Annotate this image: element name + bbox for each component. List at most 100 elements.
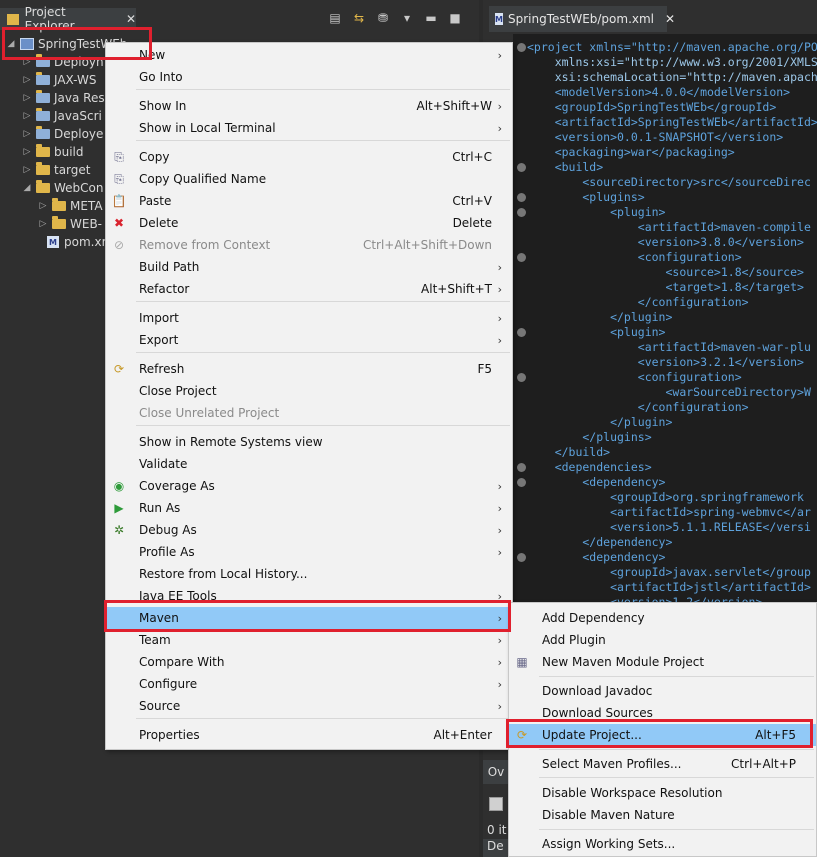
- menu-item-run-as[interactable]: ▶ Run As ›: [106, 497, 512, 519]
- close-icon[interactable]: ✕: [126, 12, 136, 26]
- fold-toggle-icon[interactable]: [517, 328, 526, 337]
- tree-item[interactable]: Mpom.xml: [32, 233, 117, 251]
- menu-separator: [136, 352, 510, 353]
- menu-item-select-maven-profiles[interactable]: Select Maven Profiles... Ctrl+Alt+P: [509, 753, 816, 775]
- code-line: <artifactId>jstl</artifactId>: [527, 580, 811, 594]
- menu-item-label: Copy: [139, 150, 170, 164]
- fold-toggle-icon[interactable]: [517, 193, 526, 202]
- tree-item[interactable]: ▷ Java Res: [22, 89, 105, 107]
- tree-item[interactable]: ▷ Deployn: [22, 53, 104, 71]
- menu-item-disable-maven-nature[interactable]: Disable Maven Nature: [509, 804, 816, 826]
- menu-item-configure[interactable]: Configure ›: [106, 673, 512, 695]
- collapse-all-icon[interactable]: ▤: [326, 9, 344, 27]
- code-line: <version>3.8.0</version>: [527, 235, 804, 249]
- menu-item-coverage-as[interactable]: ◉ Coverage As ›: [106, 475, 512, 497]
- bottom-tab-outline[interactable]: Ov: [483, 760, 509, 784]
- menu-item-show-in[interactable]: Show In Alt+Shift+W ›: [106, 95, 512, 117]
- menu-item-update-project[interactable]: ⟳ Update Project... Alt+F5: [509, 724, 816, 746]
- menu-item-add-dependency[interactable]: Add Dependency: [509, 607, 816, 629]
- project-explorer-tab[interactable]: Project Explorer ✕: [0, 5, 136, 33]
- view-menu-icon[interactable]: ▾: [398, 9, 416, 27]
- expand-toggle-icon[interactable]: ◢: [22, 183, 32, 193]
- menu-item-label: Team: [139, 633, 171, 647]
- menu-item-disable-workspace-resolution[interactable]: Disable Workspace Resolution: [509, 782, 816, 804]
- fold-toggle-icon[interactable]: [517, 373, 526, 382]
- menu-item-label: Configure: [139, 677, 198, 691]
- expand-toggle-icon[interactable]: ▷: [22, 111, 32, 121]
- menu-item-show-in-local-terminal[interactable]: Show in Local Terminal ›: [106, 117, 512, 139]
- maven-file-icon: M: [46, 235, 60, 249]
- menu-item-properties[interactable]: Properties Alt+Enter: [106, 724, 512, 746]
- tree-item[interactable]: ▷ Deploye: [22, 125, 103, 143]
- tree-item[interactable]: ▷ build: [22, 143, 84, 161]
- expand-toggle-icon[interactable]: ▷: [22, 165, 32, 175]
- menu-item-refresh[interactable]: ⟳ Refresh F5: [106, 358, 512, 380]
- fold-toggle-icon[interactable]: [517, 553, 526, 562]
- submenu-arrow-icon: ›: [497, 479, 502, 493]
- expand-toggle-icon[interactable]: ▷: [22, 93, 32, 103]
- menu-item-source[interactable]: Source ›: [106, 695, 512, 717]
- minimize-icon[interactable]: ▬: [422, 9, 440, 27]
- tree-item[interactable]: ▷ target: [22, 161, 91, 179]
- refresh-icon: ⟳: [113, 362, 125, 376]
- fold-toggle-icon[interactable]: [517, 208, 526, 217]
- expand-toggle-icon[interactable]: ◢: [6, 39, 16, 49]
- menu-item-download-javadoc[interactable]: Download Javadoc: [509, 680, 816, 702]
- fold-toggle-icon[interactable]: [517, 253, 526, 262]
- menu-item-debug-as[interactable]: ✲ Debug As ›: [106, 519, 512, 541]
- tree-item[interactable]: ▷ WEB-: [38, 215, 102, 233]
- menu-item-validate[interactable]: Validate: [106, 453, 512, 475]
- menu-item-java-ee-tools[interactable]: Java EE Tools ›: [106, 585, 512, 607]
- menu-item-paste[interactable]: 📋 Paste Ctrl+V: [106, 190, 512, 212]
- menu-item-close-project[interactable]: Close Project: [106, 380, 512, 402]
- expand-toggle-icon[interactable]: ▷: [22, 57, 32, 67]
- expand-toggle-icon[interactable]: ▷: [22, 129, 32, 139]
- code-line: <packaging>war</packaging>: [527, 145, 735, 159]
- fold-toggle-icon[interactable]: [517, 163, 526, 172]
- menu-item-new-maven-module-project[interactable]: ▦ New Maven Module Project: [509, 651, 816, 673]
- menu-item-add-plugin[interactable]: Add Plugin: [509, 629, 816, 651]
- menu-item-build-path[interactable]: Build Path ›: [106, 256, 512, 278]
- menu-item-copy-qualified-name[interactable]: ⎘ Copy Qualified Name: [106, 168, 512, 190]
- menu-item-new[interactable]: New ›: [106, 44, 512, 66]
- tree-item[interactable]: ▷ JAX-WS: [22, 71, 97, 89]
- filters-icon[interactable]: ⛃: [374, 9, 392, 27]
- menu-item-import[interactable]: Import ›: [106, 307, 512, 329]
- submenu-arrow-icon: ›: [497, 699, 502, 713]
- expand-toggle-icon[interactable]: ▷: [22, 147, 32, 157]
- menu-item-export[interactable]: Export ›: [106, 329, 512, 351]
- menu-item-download-sources[interactable]: Download Sources: [509, 702, 816, 724]
- expand-toggle-icon[interactable]: ▷: [38, 201, 48, 211]
- code-line: <plugin>: [527, 205, 666, 219]
- menu-item-delete[interactable]: ✖ Delete Delete: [106, 212, 512, 234]
- menu-item-refactor[interactable]: Refactor Alt+Shift+T ›: [106, 278, 512, 300]
- menu-item-copy[interactable]: ⎘ Copy Ctrl+C: [106, 146, 512, 168]
- menu-item-go-into[interactable]: Go Into: [106, 66, 512, 88]
- tree-item-label: build: [54, 145, 84, 159]
- pom-editor-tab[interactable]: M SpringTestWEb/pom.xml ✕: [489, 6, 675, 32]
- maximize-icon[interactable]: ■: [446, 9, 464, 27]
- project-icon: [20, 37, 34, 51]
- link-with-editor-icon[interactable]: ⇆: [350, 9, 368, 27]
- tree-item[interactable]: ◢ WebCon: [22, 179, 104, 197]
- menu-item-restore-from-local-history[interactable]: Restore from Local History...: [106, 563, 512, 585]
- expand-toggle-icon[interactable]: ▷: [38, 219, 48, 229]
- submenu-arrow-icon: ›: [497, 501, 502, 515]
- menu-item-show-in-remote-systems-view[interactable]: Show in Remote Systems view: [106, 431, 512, 453]
- fold-toggle-icon[interactable]: [517, 463, 526, 472]
- markers-icon[interactable]: [489, 797, 503, 811]
- menu-item-compare-with[interactable]: Compare With ›: [106, 651, 512, 673]
- expand-toggle-icon[interactable]: ▷: [22, 75, 32, 85]
- menu-item-maven[interactable]: Maven ›: [106, 607, 512, 629]
- fold-toggle-icon[interactable]: [517, 43, 526, 52]
- menu-item-profile-as[interactable]: Profile As ›: [106, 541, 512, 563]
- menu-item-assign-working-sets[interactable]: Assign Working Sets...: [509, 833, 816, 855]
- pom-editor-tab-label: SpringTestWEb/pom.xml: [507, 12, 655, 26]
- menu-item-team[interactable]: Team ›: [106, 629, 512, 651]
- tree-item[interactable]: ▷ JavaScri: [22, 107, 102, 125]
- tree-item[interactable]: ▷ META: [38, 197, 103, 215]
- fold-toggle-icon[interactable]: [517, 478, 526, 487]
- menu-item-shortcut: Ctrl+V: [452, 194, 492, 208]
- menu-item-shortcut: Alt+F5: [755, 728, 796, 742]
- close-icon[interactable]: ✕: [665, 12, 675, 26]
